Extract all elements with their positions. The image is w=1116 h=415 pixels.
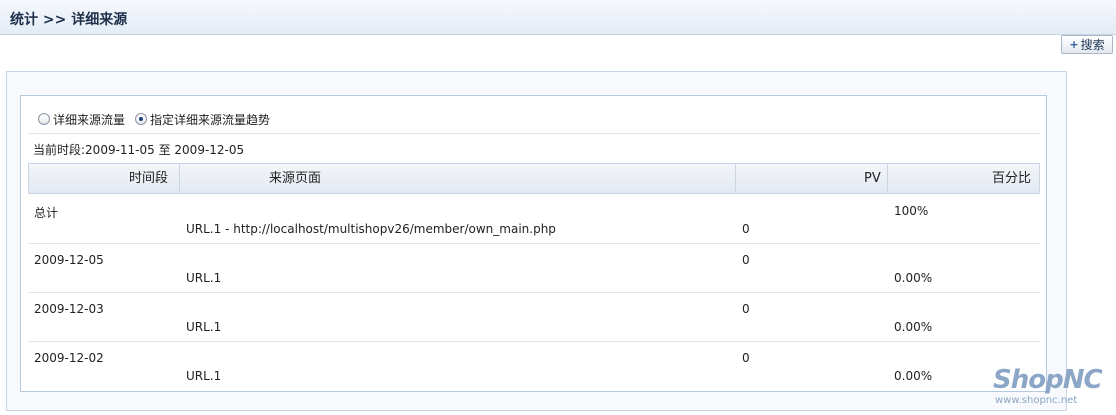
row-pv: 0 bbox=[742, 222, 750, 236]
brand-url: www.shopnc.net bbox=[995, 395, 1078, 406]
view-mode-radios: 详细来源流量 指定详细来源流量趋势 bbox=[38, 111, 280, 127]
current-period: 当前时段:2009-11-05 至 2009-12-05 bbox=[33, 143, 245, 157]
row-percent: 0.00% bbox=[894, 320, 933, 334]
title-bar: 统计 >> 详细来源 bbox=[0, 0, 1116, 35]
row-percent: 0.00% bbox=[894, 271, 933, 285]
row-pv: 0 bbox=[742, 253, 750, 267]
radio-detail-traffic[interactable]: 详细来源流量 bbox=[38, 111, 125, 128]
row-pv: 0 bbox=[742, 302, 750, 316]
row-period: 总计 bbox=[34, 206, 59, 220]
radio-detail-traffic-label: 详细来源流量 bbox=[53, 112, 126, 127]
row-divider bbox=[28, 292, 1040, 293]
column-period: 时间段 bbox=[129, 171, 169, 186]
row-source-page: URL.1 bbox=[186, 320, 222, 334]
row-period: 2009-12-02 bbox=[34, 351, 104, 365]
search-button[interactable]: + 搜索 bbox=[1061, 35, 1113, 54]
shopnc-logo: ShopNC bbox=[993, 365, 1103, 395]
radio-checked-icon bbox=[135, 113, 148, 125]
radio-detail-trend-label: 指定详细来源流量趋势 bbox=[150, 112, 271, 127]
row-group-percent: 100% bbox=[894, 204, 929, 218]
row-divider bbox=[28, 243, 1040, 244]
radio-unchecked-icon bbox=[38, 113, 50, 125]
row-divider bbox=[28, 341, 1040, 342]
table-header: 时间段 来源页面 PV 百分比 bbox=[28, 163, 1040, 194]
row-period: 2009-12-03 bbox=[34, 302, 104, 316]
row-source-page: URL.1 - http://localhost/multishopv26/me… bbox=[186, 222, 556, 236]
search-button-label: 搜索 bbox=[1080, 38, 1105, 52]
column-divider bbox=[179, 164, 180, 193]
row-percent: 0.00% bbox=[894, 369, 933, 383]
column-divider bbox=[735, 164, 736, 193]
column-source-page: 来源页面 bbox=[269, 171, 322, 186]
row-period: 2009-12-05 bbox=[34, 253, 104, 267]
plus-icon: + bbox=[1069, 38, 1079, 51]
row-source-page: URL.1 bbox=[186, 369, 222, 383]
radio-detail-trend[interactable]: 指定详细来源流量趋势 bbox=[135, 111, 270, 128]
page-title: 统计 >> 详细来源 bbox=[10, 12, 128, 28]
column-divider bbox=[887, 164, 888, 193]
column-percent: 百分比 bbox=[992, 171, 1032, 186]
row-source-page: URL.1 bbox=[186, 271, 222, 285]
divider bbox=[28, 133, 1040, 134]
row-pv: 0 bbox=[742, 351, 750, 365]
column-pv: PV bbox=[864, 171, 881, 186]
